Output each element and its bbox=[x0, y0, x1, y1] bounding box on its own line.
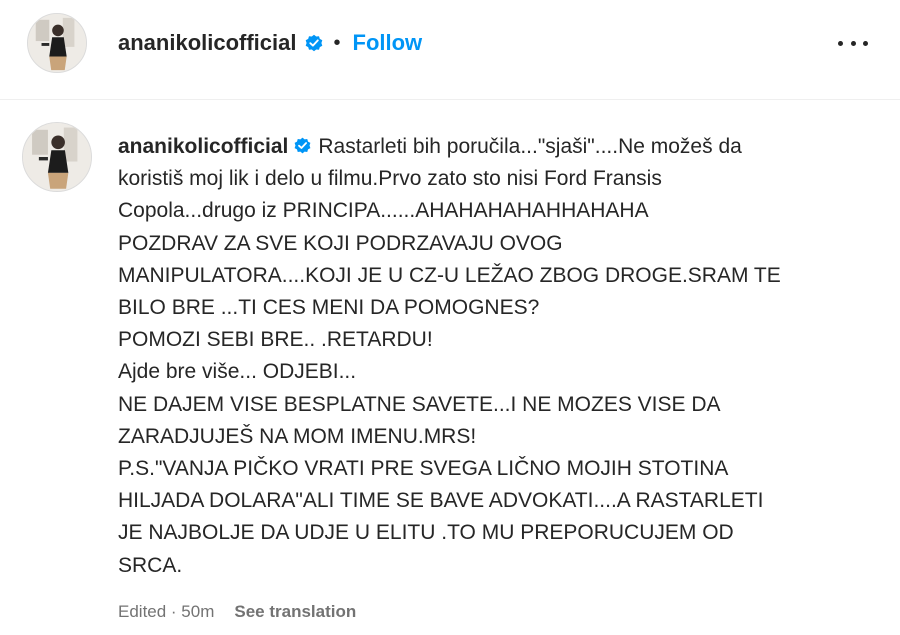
more-dot bbox=[838, 40, 843, 46]
comment-line: SRCA. bbox=[118, 553, 183, 577]
profile-photo-icon bbox=[28, 14, 86, 72]
verified-badge-icon bbox=[293, 136, 312, 155]
comment-line: P.S."VANJA PIČKO VRATI PRE SVEGA LIČNO M… bbox=[118, 457, 729, 481]
comment-line: Ajde bre više... ODJEBI... bbox=[118, 360, 357, 384]
post-header: ananikolicofficial • Follow bbox=[0, 0, 900, 100]
author-avatar[interactable] bbox=[27, 13, 87, 73]
more-dot bbox=[863, 40, 868, 46]
comment-avatar[interactable] bbox=[22, 122, 92, 192]
comment-line: POZDRAV ZA SVE KOJI PODRZAVAJU OVOG bbox=[118, 231, 563, 255]
more-dot bbox=[850, 40, 856, 46]
comment-line: JE NAJBOLJE DA UDJE U ELITU .TO MU PREPO… bbox=[118, 521, 734, 545]
edited-timestamp: Edited · 50m bbox=[118, 602, 215, 621]
comment-line: ananikolicofficial Rastarleti bih poručil… bbox=[118, 131, 863, 163]
comment-username[interactable]: ananikolicofficial bbox=[118, 135, 288, 158]
header-user-row: ananikolicofficial • Follow bbox=[118, 28, 422, 58]
comment-meta: Edited · 50m See translation bbox=[118, 600, 356, 624]
profile-photo-icon bbox=[23, 123, 91, 191]
follow-button[interactable]: Follow bbox=[353, 30, 423, 56]
comment-line: NE DAJEM VISE BESPLATNE SAVETE...I NE MO… bbox=[118, 392, 721, 416]
comment-line: MANIPULATORA....KOJI JE U CZ-U LEŽAO ZBO… bbox=[118, 263, 781, 287]
comment-line: ZARADJUJEŠ NA MOM IMENU.MRS! bbox=[118, 424, 477, 448]
comment-line: BILO BRE ...TI CES MENI DA POMOGNES? bbox=[118, 296, 540, 320]
author-username[interactable]: ananikolicofficial bbox=[118, 30, 297, 56]
verified-badge-icon bbox=[304, 33, 324, 53]
comment-line: koristiš moj lik i delo u filmu.Prvo zat… bbox=[118, 167, 662, 191]
comment-line: Copola...drugo iz PRINCIPA......AHAHAHAH… bbox=[118, 199, 649, 223]
comment-line: POMOZI SEBI BRE.. .RETARDU! bbox=[118, 328, 433, 352]
see-translation-button[interactable]: See translation bbox=[234, 602, 356, 622]
more-options-icon[interactable] bbox=[838, 32, 868, 54]
comment-text: Rastarleti bih poručila..."sjaši"....Ne … bbox=[318, 135, 742, 158]
comment-body: ananikolicofficial Rastarleti bih poručil… bbox=[118, 131, 863, 582]
comment-line: HILJADA DOLARA"ALI TIME SE BAVE ADVOKATI… bbox=[118, 489, 764, 513]
separator-dot: • bbox=[333, 31, 341, 54]
